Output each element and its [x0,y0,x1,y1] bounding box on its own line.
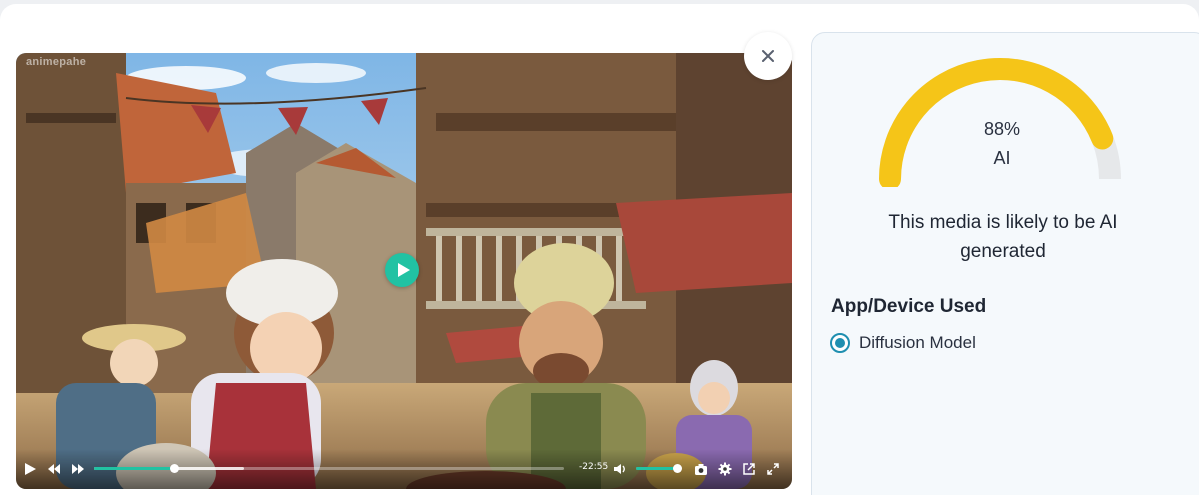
settings-button[interactable] [717,461,733,477]
fullscreen-icon [767,463,779,475]
play-button[interactable] [22,461,38,477]
popout-button[interactable] [741,461,757,477]
seek-handle[interactable] [169,464,179,473]
result-panel: 88% AI This media is likely to be AI gen… [811,32,1199,495]
radio-selected-dot [835,338,845,348]
volume-handle[interactable] [673,464,683,473]
rewind-button[interactable] [46,461,62,477]
video-watermark: animepahe [26,56,87,68]
seek-bar[interactable] [94,464,564,473]
close-button[interactable] [744,32,792,80]
video-player[interactable]: animepahe -22:55 [16,53,792,489]
rewind-icon [48,464,60,474]
screenshot-button[interactable] [693,461,709,477]
volume-icon [614,464,625,474]
gear-icon [718,462,732,476]
volume-slider[interactable] [636,464,683,473]
fullscreen-button[interactable] [765,461,781,477]
ai-score-label: AI [993,148,1011,168]
volume-button[interactable] [612,461,628,477]
volume-fill [636,467,678,470]
close-icon [762,50,774,62]
progress-fill [94,467,174,470]
option-diffusion-model[interactable]: Diffusion Model [830,333,976,353]
video-controls: -22:55 [16,449,792,489]
result-modal: animepahe -22:55 88% AI This media is li… [0,4,1199,495]
verdict-text: This media is likely to be AI generated [888,212,1118,262]
fast-forward-icon [72,464,84,474]
ai-score-value: 88% [983,119,1021,139]
section-title: App/Device Used [831,296,987,317]
play-icon [25,463,36,475]
play-icon [397,263,410,277]
option-label: Diffusion Model [859,333,976,352]
popout-icon [743,463,755,475]
fast-forward-button[interactable] [70,461,86,477]
camera-icon [695,464,707,475]
center-play-button[interactable] [385,253,419,287]
radio-button[interactable] [830,333,850,353]
time-remaining: -22:55 [579,462,609,472]
